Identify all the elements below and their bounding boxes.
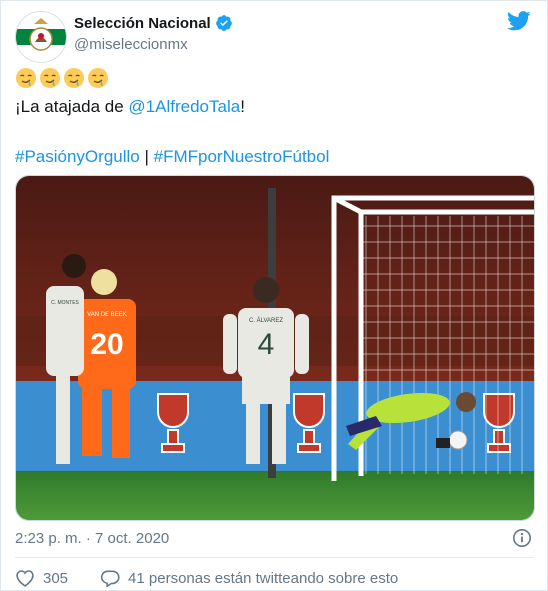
drooling-face-emoji (64, 68, 84, 88)
twitter-bird-icon[interactable] (507, 11, 531, 31)
mention-link[interactable]: @1AlfredoTala (128, 97, 240, 116)
conversation-text: 41 personas están twitteando sobre esto (128, 569, 399, 587)
verified-badge-icon (215, 15, 232, 31)
tweet-card: Selección Nacional @miseleccionmx ¡La at… (0, 0, 548, 591)
author-display-name[interactable]: Selección Nacional (74, 15, 211, 32)
tweet-timestamp[interactable]: 2:23 p. m. · 7 oct. 2020 (15, 530, 169, 547)
tweet-text-prefix: ¡La atajada de (15, 97, 129, 116)
heart-icon (16, 570, 34, 587)
conversation-link[interactable]: 41 personas están twitteando sobre esto (100, 568, 398, 588)
like-count: 305 (43, 569, 69, 587)
hashtag-link-fmf[interactable]: #FMFporNuestroFútbol (154, 147, 330, 166)
drooling-face-emoji (40, 68, 60, 88)
like-button[interactable]: 305 (15, 568, 68, 588)
hashtag-line: #PasiónyOrgullo | #FMFporNuestroFútbol (15, 147, 329, 167)
jersey-white-left-name: C. MONTES (51, 300, 79, 306)
divider (15, 557, 533, 558)
info-icon[interactable] (512, 528, 532, 548)
tweet-actions: 305 41 personas están twitteando sobre e… (15, 568, 398, 588)
drooling-face-emoji (16, 68, 36, 88)
tweet-text-line: ¡La atajada de @1AlfredoTala! (15, 97, 245, 117)
hashtag-link-pasion[interactable]: #PasiónyOrgullo (15, 147, 140, 166)
jersey-orange-number: 20 (90, 328, 123, 361)
soccer-save-photo: 4 C. ÁLVAREZ 20 VAN DE BEEK C. MONTES (16, 176, 534, 520)
profile-avatar[interactable] (15, 11, 67, 63)
tweet-text-suffix: ! (240, 97, 245, 116)
jersey-white-number: 4 (258, 328, 275, 361)
author-handle[interactable]: @miseleccionmx (74, 36, 188, 53)
tweet-photo[interactable]: 4 C. ÁLVAREZ 20 VAN DE BEEK C. MONTES (15, 175, 535, 521)
drooling-face-emoji (88, 68, 108, 88)
jersey-white-name: C. ÁLVAREZ (249, 317, 283, 324)
hashtag-separator: | (139, 147, 154, 166)
emoji-line (15, 67, 109, 89)
jersey-orange-name: VAN DE BEEK (87, 312, 127, 318)
comment-bubble-icon (100, 570, 120, 587)
